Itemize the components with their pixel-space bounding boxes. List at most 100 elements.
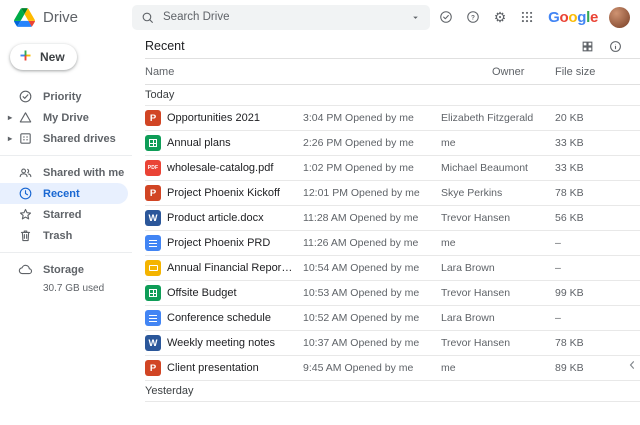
grid-view-toggle-icon[interactable] bbox=[581, 40, 594, 53]
main-content: Recent Name Owner File size Today P Opport… bbox=[132, 34, 640, 425]
my-drive-icon bbox=[18, 110, 33, 125]
file-name: Product article.docx bbox=[167, 212, 303, 224]
file-owner: Skye Perkins bbox=[441, 187, 555, 199]
file-owner: Lara Brown bbox=[441, 262, 555, 274]
file-row[interactable]: PProject Phoenix Kickoff12:01 PM Opened … bbox=[145, 181, 640, 206]
file-activity: 10:52 AM Opened by me bbox=[303, 312, 441, 324]
file-activity: 10:53 AM Opened by me bbox=[303, 287, 441, 299]
new-button[interactable]: New bbox=[10, 44, 77, 70]
sidebar-item-storage[interactable]: Storage bbox=[0, 259, 128, 280]
drive-brand[interactable]: Drive bbox=[14, 8, 132, 27]
main-toolbar: Recent bbox=[145, 34, 640, 59]
file-row[interactable]: PClient presentation9:45 AM Opened by me… bbox=[145, 356, 640, 381]
file-type-powerpoint-icon: P bbox=[145, 360, 161, 376]
help-icon[interactable]: ? bbox=[465, 9, 481, 25]
file-row[interactable]: Offsite Budget10:53 AM Opened by meTrevo… bbox=[145, 281, 640, 306]
drive-logo-icon bbox=[14, 8, 35, 27]
file-size: – bbox=[555, 312, 622, 324]
sidebar-item-label: My Drive bbox=[43, 112, 89, 124]
sidebar-item-label: Starred bbox=[43, 209, 82, 221]
new-button-label: New bbox=[40, 50, 65, 64]
sidebar-item-label: Priority bbox=[43, 91, 82, 103]
file-size: 33 KB bbox=[555, 162, 622, 174]
file-activity: 11:28 AM Opened by me bbox=[303, 212, 441, 224]
google-drive-app: Drive Search Drive ? ⚙ Google New Priori… bbox=[0, 0, 640, 425]
search-icon[interactable] bbox=[141, 11, 154, 24]
file-owner: Trevor Hansen bbox=[441, 212, 555, 224]
file-size: 78 KB bbox=[555, 187, 622, 199]
table-header: Name Owner File size bbox=[145, 59, 640, 85]
file-row[interactable]: Conference schedule10:52 AM Opened by me… bbox=[145, 306, 640, 331]
file-activity: 9:45 AM Opened by me bbox=[303, 362, 441, 374]
shared-with-me-icon bbox=[18, 165, 33, 180]
apps-grid-icon[interactable] bbox=[519, 9, 535, 25]
column-owner[interactable]: Owner bbox=[441, 66, 555, 78]
file-type-docs-icon bbox=[145, 235, 161, 251]
file-type-powerpoint-icon: P bbox=[145, 110, 161, 126]
file-owner: Trevor Hansen bbox=[441, 287, 555, 299]
sidebar-item-label: Storage bbox=[43, 264, 84, 276]
file-row[interactable]: Annual Financial Report 202010:54 AM Ope… bbox=[145, 256, 640, 281]
file-row[interactable]: P Opportunities 20213:04 PM Opened by meE… bbox=[145, 106, 640, 131]
chevron-left-icon[interactable] bbox=[625, 358, 639, 372]
file-owner: me bbox=[441, 237, 555, 249]
account-avatar[interactable] bbox=[609, 7, 630, 28]
file-size: 20 KB bbox=[555, 112, 622, 124]
section-label-yesterday: Yesterday bbox=[145, 381, 640, 402]
file-name: Project Phoenix Kickoff bbox=[167, 187, 303, 199]
view-controls bbox=[581, 40, 622, 53]
section-label-today: Today bbox=[145, 85, 640, 106]
file-activity: 3:04 PM Opened by me bbox=[303, 112, 441, 124]
file-name: Opportunities 2021 bbox=[167, 112, 303, 124]
file-row[interactable]: W Weekly meeting notes10:37 AM Opened by … bbox=[145, 331, 640, 356]
sidebar-item-starred[interactable]: Starred bbox=[0, 204, 128, 225]
file-name: Annual plans bbox=[167, 137, 303, 149]
sidebar-item-trash[interactable]: Trash bbox=[0, 225, 128, 246]
file-row[interactable]: Project Phoenix PRD11:26 AM Opened by me… bbox=[145, 231, 640, 256]
sidebar-item-shared-with-me[interactable]: Shared with me bbox=[0, 162, 128, 183]
content-layout: New Priority ▸ My Drive ▸Shared drives Share… bbox=[0, 34, 640, 425]
sidebar-item-label: Recent bbox=[43, 188, 80, 200]
search-bar[interactable]: Search Drive bbox=[132, 5, 430, 30]
file-row[interactable]: WProduct article.docx11:28 AM Opened by … bbox=[145, 206, 640, 231]
page-title: Recent bbox=[145, 39, 185, 53]
sidebar-item-priority[interactable]: Priority bbox=[0, 86, 128, 107]
column-size[interactable]: File size bbox=[555, 66, 622, 78]
sidebar: New Priority ▸ My Drive ▸Shared drives Share… bbox=[0, 34, 132, 425]
topbar: Drive Search Drive ? ⚙ Google bbox=[0, 0, 640, 34]
search-options-caret-icon[interactable] bbox=[410, 12, 421, 23]
file-name: Weekly meeting notes bbox=[167, 337, 303, 349]
expand-arrow-icon[interactable]: ▸ bbox=[8, 113, 18, 122]
file-owner: Michael Beaumont bbox=[441, 162, 555, 174]
file-size: – bbox=[555, 262, 622, 274]
file-owner: me bbox=[441, 137, 555, 149]
priority-icon bbox=[18, 89, 33, 104]
sidebar-item-my-drive[interactable]: ▸ My Drive bbox=[0, 107, 128, 128]
file-size: – bbox=[555, 237, 622, 249]
settings-gear-icon[interactable]: ⚙ bbox=[492, 9, 508, 25]
storage-icon bbox=[18, 262, 33, 277]
file-activity: 10:37 AM Opened by me bbox=[303, 337, 441, 349]
file-owner: Elizabeth Fitzgerald bbox=[441, 112, 555, 124]
file-name: Annual Financial Report 2020 bbox=[167, 262, 303, 274]
starred-icon bbox=[18, 207, 33, 222]
file-owner: Lara Brown bbox=[441, 312, 555, 324]
column-name[interactable]: Name bbox=[145, 66, 303, 78]
expand-arrow-icon[interactable]: ▸ bbox=[8, 134, 18, 143]
file-name: Offsite Budget bbox=[167, 287, 303, 299]
sidebar-item-shared-drives[interactable]: ▸Shared drives bbox=[0, 128, 128, 149]
sidebar-divider bbox=[0, 155, 132, 156]
recent-icon bbox=[18, 186, 33, 201]
file-row[interactable]: Annual plans2:26 PM Opened by meme33 KB bbox=[145, 131, 640, 156]
file-type-sheets-icon bbox=[145, 285, 161, 301]
file-type-word-icon: W bbox=[145, 335, 161, 351]
file-type-sheets-icon bbox=[145, 135, 161, 151]
google-wordmark: Google bbox=[548, 9, 598, 26]
sidebar-item-recent[interactable]: Recent bbox=[0, 183, 128, 204]
file-row[interactable]: PDFwholesale-catalog.pdf1:02 PM Opened b… bbox=[145, 156, 640, 181]
offline-status-icon[interactable] bbox=[438, 9, 454, 25]
details-info-icon[interactable] bbox=[609, 40, 622, 53]
file-size: 33 KB bbox=[555, 137, 622, 149]
search-input[interactable]: Search Drive bbox=[163, 11, 401, 23]
sidebar-divider bbox=[0, 252, 132, 253]
